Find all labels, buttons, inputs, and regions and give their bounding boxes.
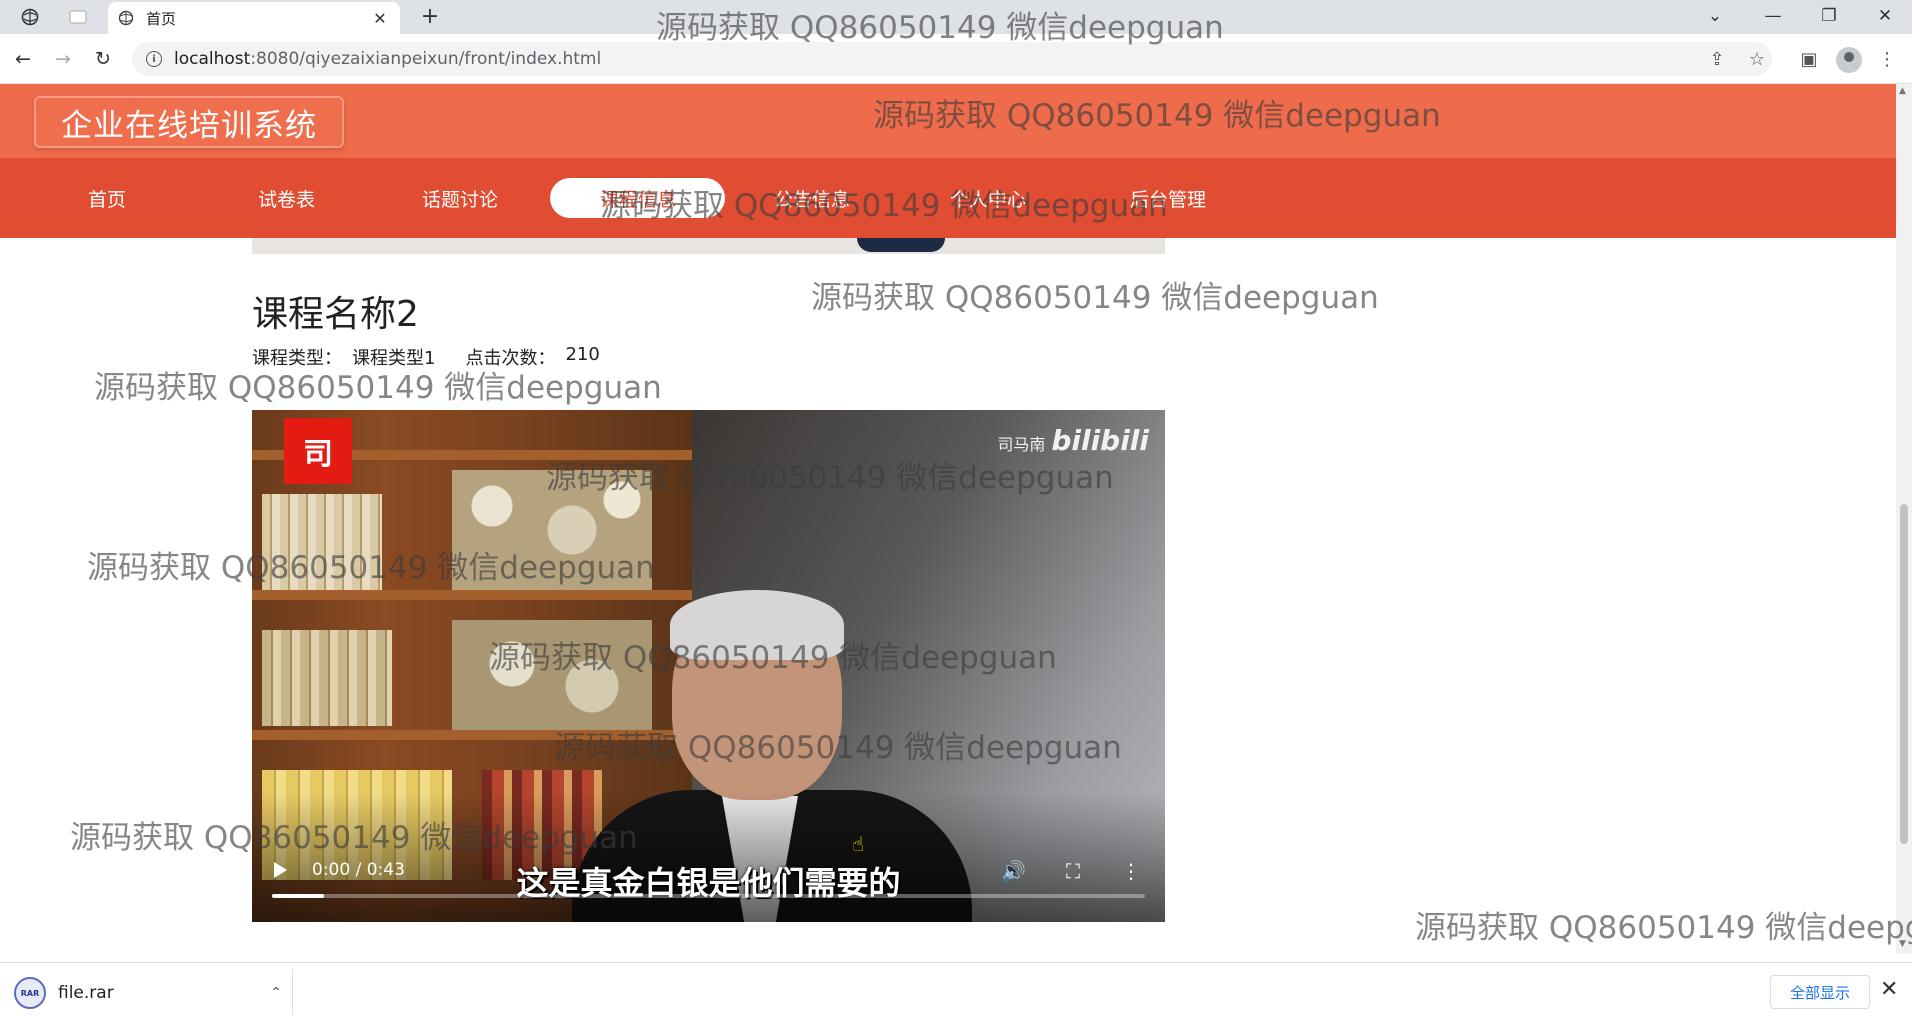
video-progress-fill — [272, 894, 325, 898]
course-type-value: 课程类型1 — [352, 348, 436, 369]
tab-group-icon[interactable] — [66, 6, 90, 28]
video-controls: 0:00 / 0:43 🔊 ⛶ ⋮ — [252, 850, 1165, 922]
url-field[interactable]: i localhost:8080/qiyezaixianpeixun/front… — [132, 42, 1772, 76]
side-panel-icon[interactable]: ▣ — [1798, 48, 1820, 70]
show-all-downloads-button[interactable]: 全部显示 — [1770, 975, 1870, 1009]
bilibili-watermark: 司马南 bilibili — [997, 424, 1149, 457]
url-path: :8080/qiyezaixianpeixun/front/index.html — [250, 49, 602, 69]
watermark: 源码获取 QQ86050149 微信deepguan — [1415, 910, 1912, 946]
browser-menu-dots-icon[interactable]: ⋮ — [1876, 48, 1898, 70]
chevron-up-icon[interactable]: ⌃ — [270, 985, 282, 1001]
click-count-value: 210 — [565, 344, 600, 365]
bilibili-logo: bilibili — [1051, 424, 1149, 457]
channel-logo: 司 — [284, 418, 352, 484]
share-icon[interactable]: ⇪ — [1706, 48, 1728, 70]
cover-image-bottom — [252, 238, 1165, 254]
site-title: 企业在线培训系统 — [61, 107, 317, 144]
site-header: 企业在线培训系统 — [0, 84, 1896, 158]
download-bar: RAR file.rar ⌃ 全部显示 ✕ — [0, 962, 1912, 1020]
reload-icon[interactable]: ↻ — [90, 46, 116, 72]
browser-tab-active[interactable]: 首页 ✕ — [108, 2, 400, 34]
browser-menu-icon[interactable] — [18, 6, 42, 28]
video-player[interactable]: 司 司马南 bilibili 这是真金白银是他们需要的 0:00 / 0:43 … — [252, 410, 1165, 922]
nav-item-topics[interactable]: 话题讨论 — [422, 158, 498, 238]
click-count-label: 点击次数： — [465, 348, 556, 369]
watermark: 源码获取 QQ86050149 微信deepguan — [811, 280, 1379, 316]
more-options-icon[interactable]: ⋮ — [1119, 859, 1143, 883]
download-item[interactable]: RAR file.rar ⌃ — [14, 973, 290, 1013]
rar-file-icon: RAR — [14, 977, 46, 1009]
site-logo[interactable]: 企业在线培训系统 — [34, 96, 344, 148]
nav-item-notices[interactable]: 公告信息 — [774, 158, 850, 238]
minimize-icon[interactable]: — — [1748, 2, 1798, 30]
tab-title: 首页 — [146, 9, 177, 28]
play-icon[interactable] — [274, 862, 287, 878]
tab-close-icon[interactable]: ✕ — [370, 9, 390, 28]
back-icon[interactable]: ← — [10, 46, 36, 72]
site-nav: 首页 试卷表 话题讨论 课程信息 公告信息 个人中心 后台管理 — [0, 158, 1896, 238]
scroll-thumb[interactable] — [1900, 504, 1908, 844]
browser-tab-strip: 首页 ✕ + ⌄ — ❐ ✕ — [0, 0, 1912, 34]
course-title: 课程名称2 — [252, 294, 419, 335]
profile-avatar[interactable] — [1836, 47, 1862, 73]
nav-item-home[interactable]: 首页 — [88, 158, 126, 238]
volume-icon[interactable]: 🔊 — [1001, 859, 1026, 883]
address-bar: ← → ↻ i localhost:8080/qiyezaixianpeixun… — [0, 34, 1912, 84]
scroll-up-icon[interactable]: ▲ — [1899, 86, 1906, 96]
tab-search-icon[interactable]: ⌄ — [1690, 2, 1740, 30]
page-scrollbar[interactable]: ▲ ▼ — [1896, 84, 1912, 954]
site-info-icon[interactable]: i — [146, 51, 162, 67]
restore-icon[interactable]: ❐ — [1804, 2, 1854, 30]
close-window-icon[interactable]: ✕ — [1860, 2, 1910, 30]
close-download-bar-icon[interactable]: ✕ — [1880, 977, 1898, 1002]
download-file-name: file.rar — [58, 983, 114, 1003]
fullscreen-icon[interactable]: ⛶ — [1061, 859, 1085, 883]
nav-item-admin[interactable]: 后台管理 — [1130, 158, 1206, 238]
globe-icon — [118, 10, 134, 26]
nav-item-courses[interactable]: 课程信息 — [600, 158, 676, 238]
scroll-down-icon[interactable]: ▼ — [1899, 939, 1906, 949]
video-progress-bar[interactable] — [272, 894, 1145, 898]
nav-item-profile[interactable]: 个人中心 — [950, 158, 1026, 238]
mouse-cursor-icon: ☝ — [852, 832, 865, 856]
new-tab-button[interactable]: + — [416, 4, 444, 29]
course-meta: 课程类型： 课程类型1 点击次数： 210 — [252, 344, 600, 370]
nav-item-exams[interactable]: 试卷表 — [258, 158, 315, 238]
video-time: 0:00 / 0:43 — [312, 860, 405, 880]
course-type-label: 课程类型： — [252, 348, 342, 369]
forward-icon[interactable]: → — [50, 46, 76, 72]
bookmark-star-icon[interactable]: ☆ — [1746, 48, 1768, 70]
channel-name: 司马南 — [997, 435, 1046, 454]
url-host: localhost — [174, 49, 251, 69]
